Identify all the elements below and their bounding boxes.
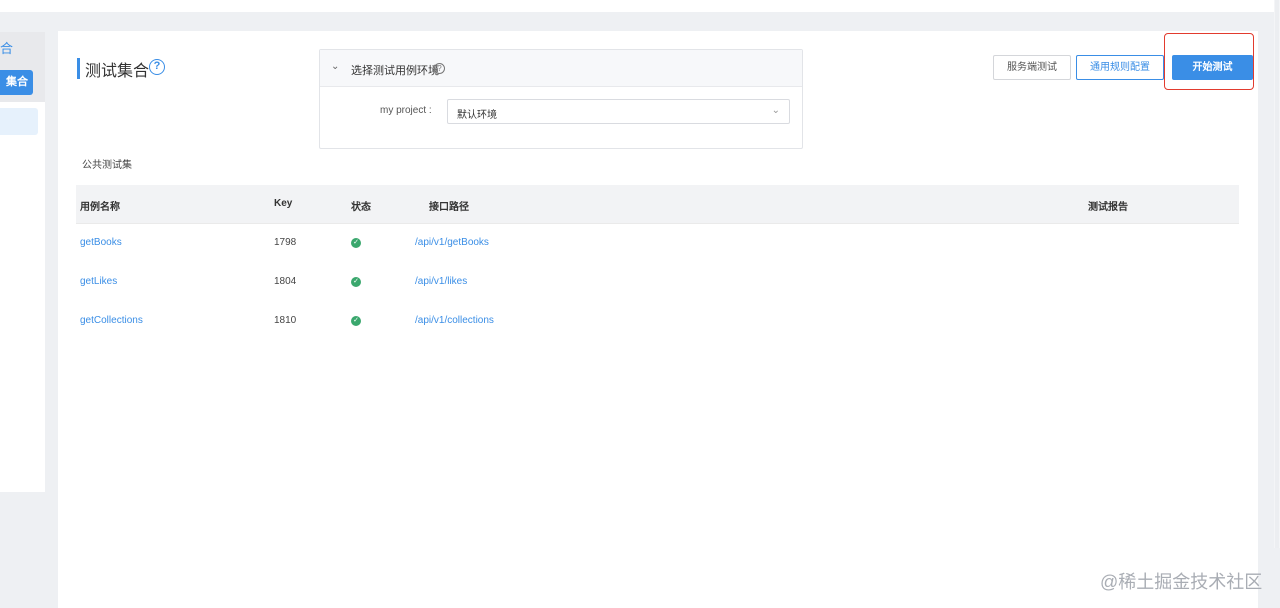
environment-panel: ⌄ 选择测试用例环境 ? my project : 默认环境 ⌄ <box>319 49 803 149</box>
table-row: getBooks 1798 ✓ /api/v1/getBooks <box>76 224 1239 263</box>
api-path-link[interactable]: /api/v1/collections <box>415 315 494 326</box>
column-header-path: 接口路径 <box>429 202 469 213</box>
column-header-report: 测试报告 <box>1088 202 1128 213</box>
check-circle-icon: ✓ <box>351 316 361 326</box>
help-icon[interactable]: ? <box>149 59 165 75</box>
sidebar-section-label: 合 <box>0 41 14 56</box>
sidebar-subitem[interactable] <box>0 108 38 135</box>
select-arrow-icon[interactable]: ⌄ <box>772 105 780 116</box>
table-row: getLikes 1804 ✓ /api/v1/likes <box>76 263 1239 302</box>
column-header-status: 状态 <box>351 202 371 213</box>
case-name-link[interactable]: getCollections <box>80 315 143 326</box>
top-strip <box>0 0 1280 12</box>
check-circle-icon: ✓ <box>351 277 361 287</box>
column-header-key: Key <box>274 198 293 209</box>
case-key: 1798 <box>274 237 297 248</box>
case-key: 1804 <box>274 276 297 287</box>
environment-panel-header[interactable]: ⌄ 选择测试用例环境 ? <box>320 50 802 87</box>
environment-select[interactable]: 默认环境 ⌄ <box>447 99 790 124</box>
check-circle-icon: ✓ <box>351 238 361 248</box>
column-header-name: 用例名称 <box>80 202 120 213</box>
environment-help-icon[interactable]: ? <box>434 63 445 74</box>
project-label: my project : <box>380 105 432 116</box>
table-row: getCollections 1810 ✓ /api/v1/collection… <box>76 302 1239 341</box>
section-label: 公共测试集 <box>82 160 132 171</box>
sidebar: 合 集合 <box>0 32 45 492</box>
environment-select-value: 默认环境 <box>457 110 497 121</box>
case-key: 1810 <box>274 315 297 326</box>
server-test-button[interactable]: 服务端测试 <box>993 55 1071 80</box>
start-test-button[interactable]: 开始测试 <box>1172 55 1253 80</box>
test-case-table: 用例名称 Key 状态 接口路径 测试报告 getBooks 1798 ✓ /a… <box>76 185 1239 341</box>
page-scrollbar-thumb[interactable] <box>1275 0 1279 548</box>
environment-panel-title: 选择测试用例环境 <box>351 65 439 77</box>
chevron-down-icon[interactable]: ⌄ <box>331 61 339 72</box>
case-name-link[interactable]: getBooks <box>80 237 122 248</box>
main-panel: 测试集合 ? ⌄ 选择测试用例环境 ? my project : 默认环境 ⌄ … <box>58 31 1258 608</box>
api-path-link[interactable]: /api/v1/getBooks <box>415 237 489 248</box>
rules-config-button[interactable]: 通用规则配置 <box>1076 55 1164 80</box>
watermark: @稀土掘金技术社区 <box>1100 572 1263 592</box>
page-title: 测试集合 <box>85 63 150 80</box>
api-path-link[interactable]: /api/v1/likes <box>415 276 467 287</box>
sidebar-item-test-collection[interactable]: 集合 <box>0 70 33 95</box>
case-name-link[interactable]: getLikes <box>80 276 117 287</box>
title-accent-bar <box>77 58 80 79</box>
table-header: 用例名称 Key 状态 接口路径 测试报告 <box>76 185 1239 224</box>
